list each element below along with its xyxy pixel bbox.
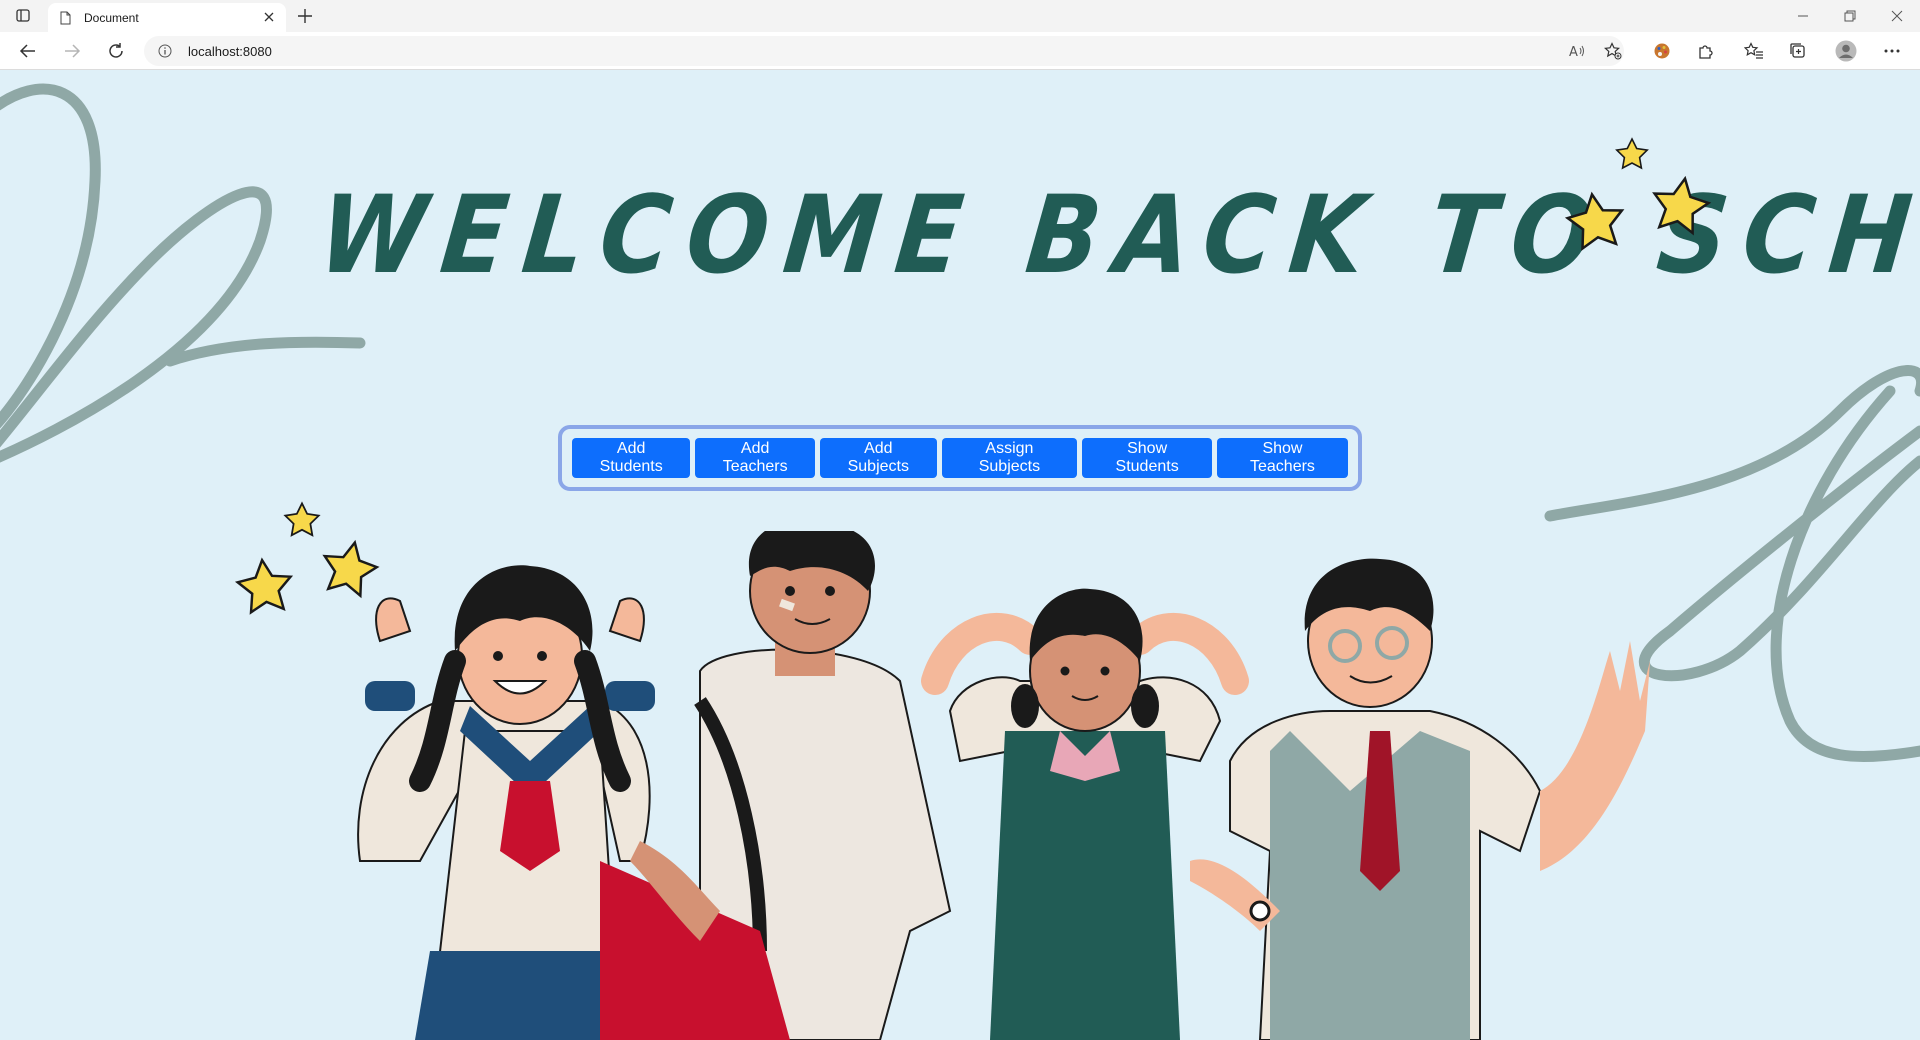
profile-icon[interactable] bbox=[1832, 39, 1860, 63]
window-close-icon[interactable] bbox=[1874, 0, 1920, 32]
close-icon[interactable] bbox=[262, 10, 276, 24]
tab-title: Document bbox=[84, 11, 139, 25]
show-students-button[interactable]: Show Students bbox=[1082, 438, 1212, 478]
page-content: WELCOME BACK TO SCHOOL! Add Students Add… bbox=[0, 71, 1920, 1040]
nav-button-group: Add Students Add Teachers Add Subjects A… bbox=[558, 425, 1362, 491]
star-icon bbox=[1564, 191, 1625, 252]
student-boy-glasses bbox=[1190, 558, 1650, 1040]
document-icon bbox=[60, 11, 71, 25]
add-teachers-button[interactable]: Add Teachers bbox=[695, 438, 816, 478]
tab-strip: Document bbox=[0, 0, 1920, 32]
star-icon bbox=[1615, 137, 1649, 170]
new-tab-icon[interactable] bbox=[294, 6, 316, 26]
page-headline: WELCOME BACK TO SCHOOL! bbox=[313, 172, 1920, 298]
back-icon[interactable] bbox=[14, 39, 42, 63]
collections-icon[interactable] bbox=[1784, 39, 1812, 63]
tab-actions-icon[interactable] bbox=[12, 6, 34, 26]
add-students-button[interactable]: Add Students bbox=[572, 438, 691, 478]
address-bar[interactable]: localhost:8080 A bbox=[144, 36, 1624, 66]
extensions-icon[interactable] bbox=[1692, 39, 1720, 63]
show-teachers-button[interactable]: Show Teachers bbox=[1216, 438, 1348, 478]
url-text[interactable]: localhost:8080 bbox=[188, 44, 272, 59]
info-icon[interactable] bbox=[158, 44, 172, 58]
star-icon bbox=[1652, 175, 1712, 236]
restore-icon[interactable] bbox=[1827, 0, 1873, 32]
favorites-icon[interactable] bbox=[1740, 39, 1768, 63]
add-subjects-button[interactable]: Add Subjects bbox=[820, 438, 937, 478]
more-icon[interactable] bbox=[1878, 39, 1906, 63]
favorite-add-icon[interactable] bbox=[1602, 41, 1624, 61]
browser-toolbar: localhost:8080 A bbox=[0, 32, 1920, 70]
forward-icon[interactable] bbox=[58, 39, 86, 63]
student-boy-bag bbox=[600, 531, 952, 1040]
read-aloud-icon[interactable]: A bbox=[1566, 41, 1588, 61]
browser-tab[interactable]: Document bbox=[48, 3, 286, 32]
refresh-icon[interactable] bbox=[102, 39, 130, 63]
minimize-icon[interactable] bbox=[1780, 0, 1826, 32]
students-illustration bbox=[357, 531, 1650, 1040]
assign-subjects-button[interactable]: Assign Subjects bbox=[941, 438, 1078, 478]
svg-text:A: A bbox=[1569, 45, 1578, 59]
student-girl-green bbox=[921, 588, 1249, 1040]
palette-extension-icon[interactable] bbox=[1648, 39, 1676, 63]
